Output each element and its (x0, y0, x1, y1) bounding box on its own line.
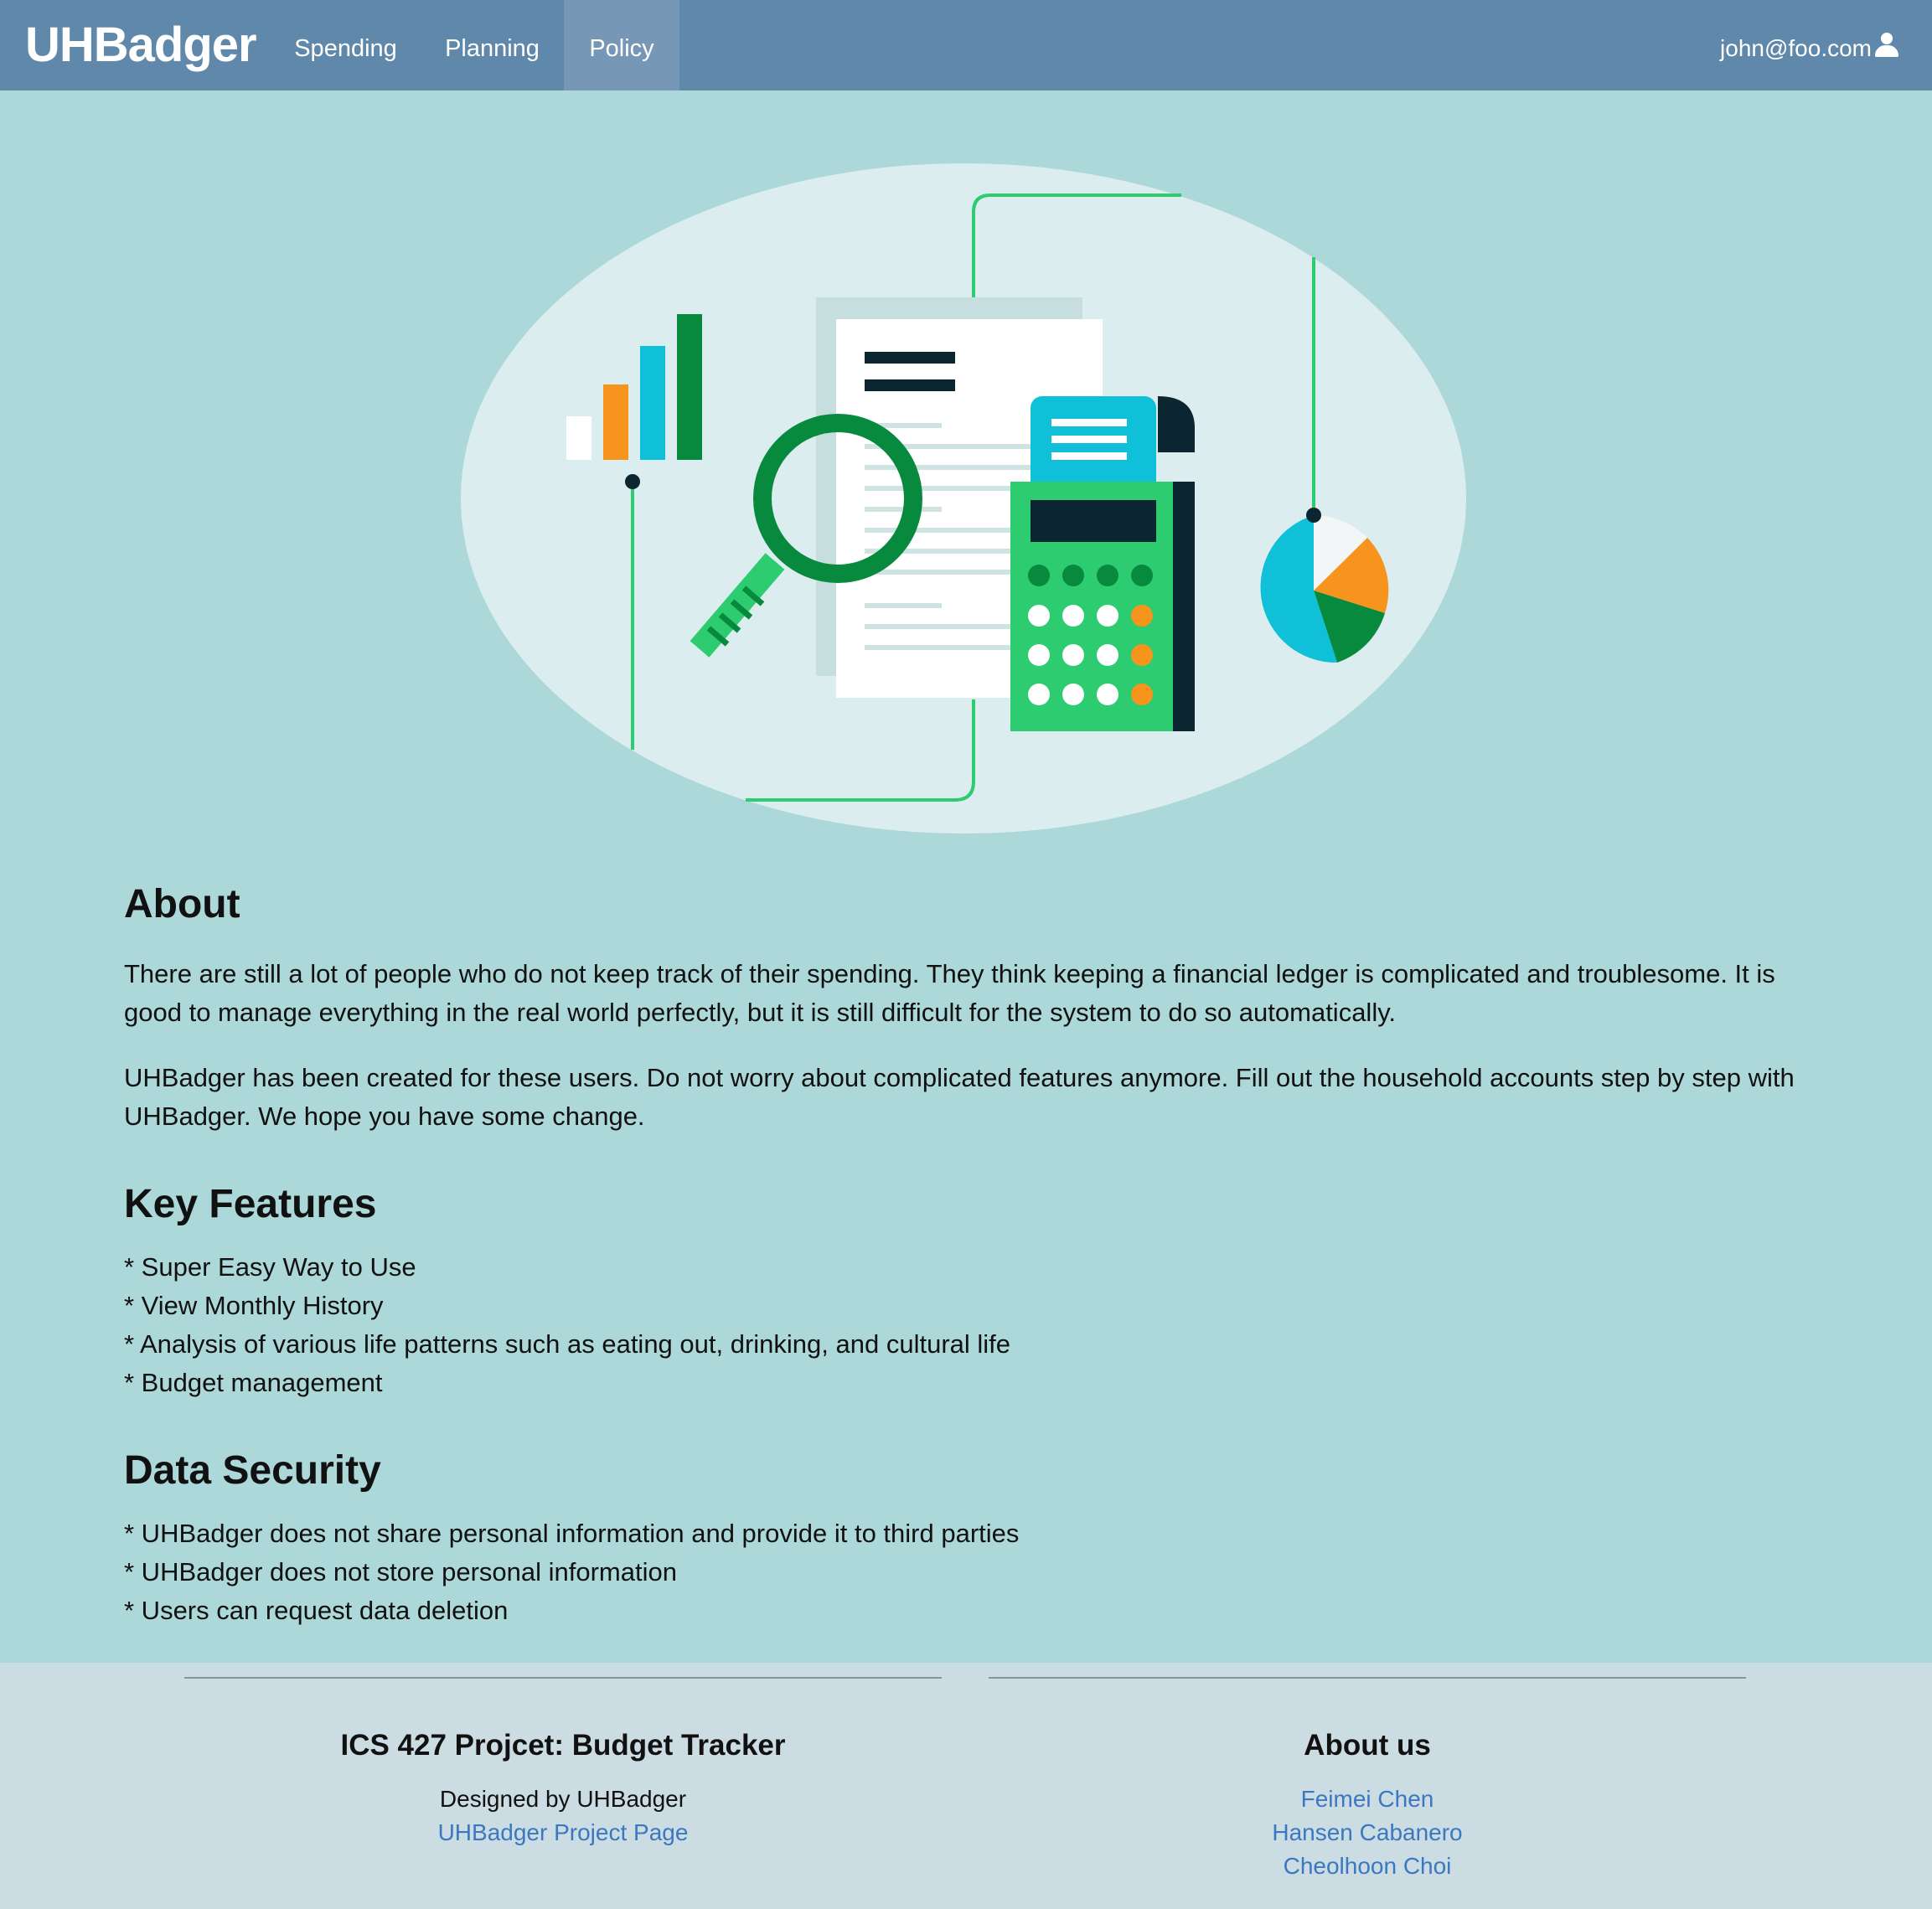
list-item: * UHBadger does not store personal infor… (124, 1557, 677, 1587)
data-security-list: * UHBadger does not share personal infor… (124, 1514, 1816, 1630)
about-paragraph: There are still a lot of people who do n… (124, 959, 1775, 1027)
main-content: About There are still a lot of people wh… (124, 880, 1816, 1630)
navbar: UHBadger Spending Planning Policy john@f… (0, 0, 1932, 90)
brand-logo[interactable]: UHBadger (25, 15, 257, 75)
footer-about-column: About us Feimei Chen Hansen Cabanero Che… (989, 1677, 1746, 1883)
user-email: john@foo.com (1720, 35, 1872, 61)
footer-project-column: ICS 427 Projcet: Budget Tracker Designed… (184, 1677, 942, 1850)
list-item: * View Monthly History (124, 1291, 384, 1320)
project-page-link[interactable]: UHBadger Project Page (184, 1816, 942, 1850)
key-features-heading: Key Features (124, 1182, 377, 1226)
about-heading: About (124, 882, 240, 926)
about-paragraph: UHBadger has been created for these user… (124, 1063, 1795, 1131)
member-link-cheolhoon-choi[interactable]: Cheolhoon Choi (989, 1850, 1746, 1883)
list-item: * Users can request data deletion (124, 1596, 509, 1625)
list-item: * Super Easy Way to Use (124, 1252, 416, 1282)
footer-project-title: ICS 427 Projcet: Budget Tracker (340, 1729, 786, 1762)
list-item: * Budget management (124, 1368, 383, 1397)
nav-spending[interactable]: Spending (276, 0, 415, 90)
hero-illustration (461, 163, 1466, 833)
nav-policy[interactable]: Policy (564, 0, 679, 90)
footer-divider (989, 1677, 1746, 1679)
member-link-feimei-chen[interactable]: Feimei Chen (989, 1783, 1746, 1816)
key-features-list: * Super Easy Way to Use * View Monthly H… (124, 1248, 1816, 1402)
user-menu[interactable]: john@foo.com (1720, 0, 1898, 90)
footer-designed-by: Designed by UHBadger (439, 1786, 687, 1812)
calculator-icon (1010, 482, 1195, 731)
footer-about-title: About us (1304, 1729, 1431, 1762)
data-security-heading: Data Security (124, 1448, 381, 1493)
footer-divider (184, 1677, 942, 1679)
footer: ICS 427 Projcet: Budget Tracker Designed… (0, 1663, 1932, 1909)
member-link-hansen-cabanero[interactable]: Hansen Cabanero (989, 1816, 1746, 1850)
nav-planning[interactable]: Planning (423, 0, 561, 90)
list-item: * Analysis of various life patterns such… (124, 1329, 1011, 1359)
user-icon (1875, 33, 1898, 58)
list-item: * UHBadger does not share personal infor… (124, 1519, 1020, 1548)
